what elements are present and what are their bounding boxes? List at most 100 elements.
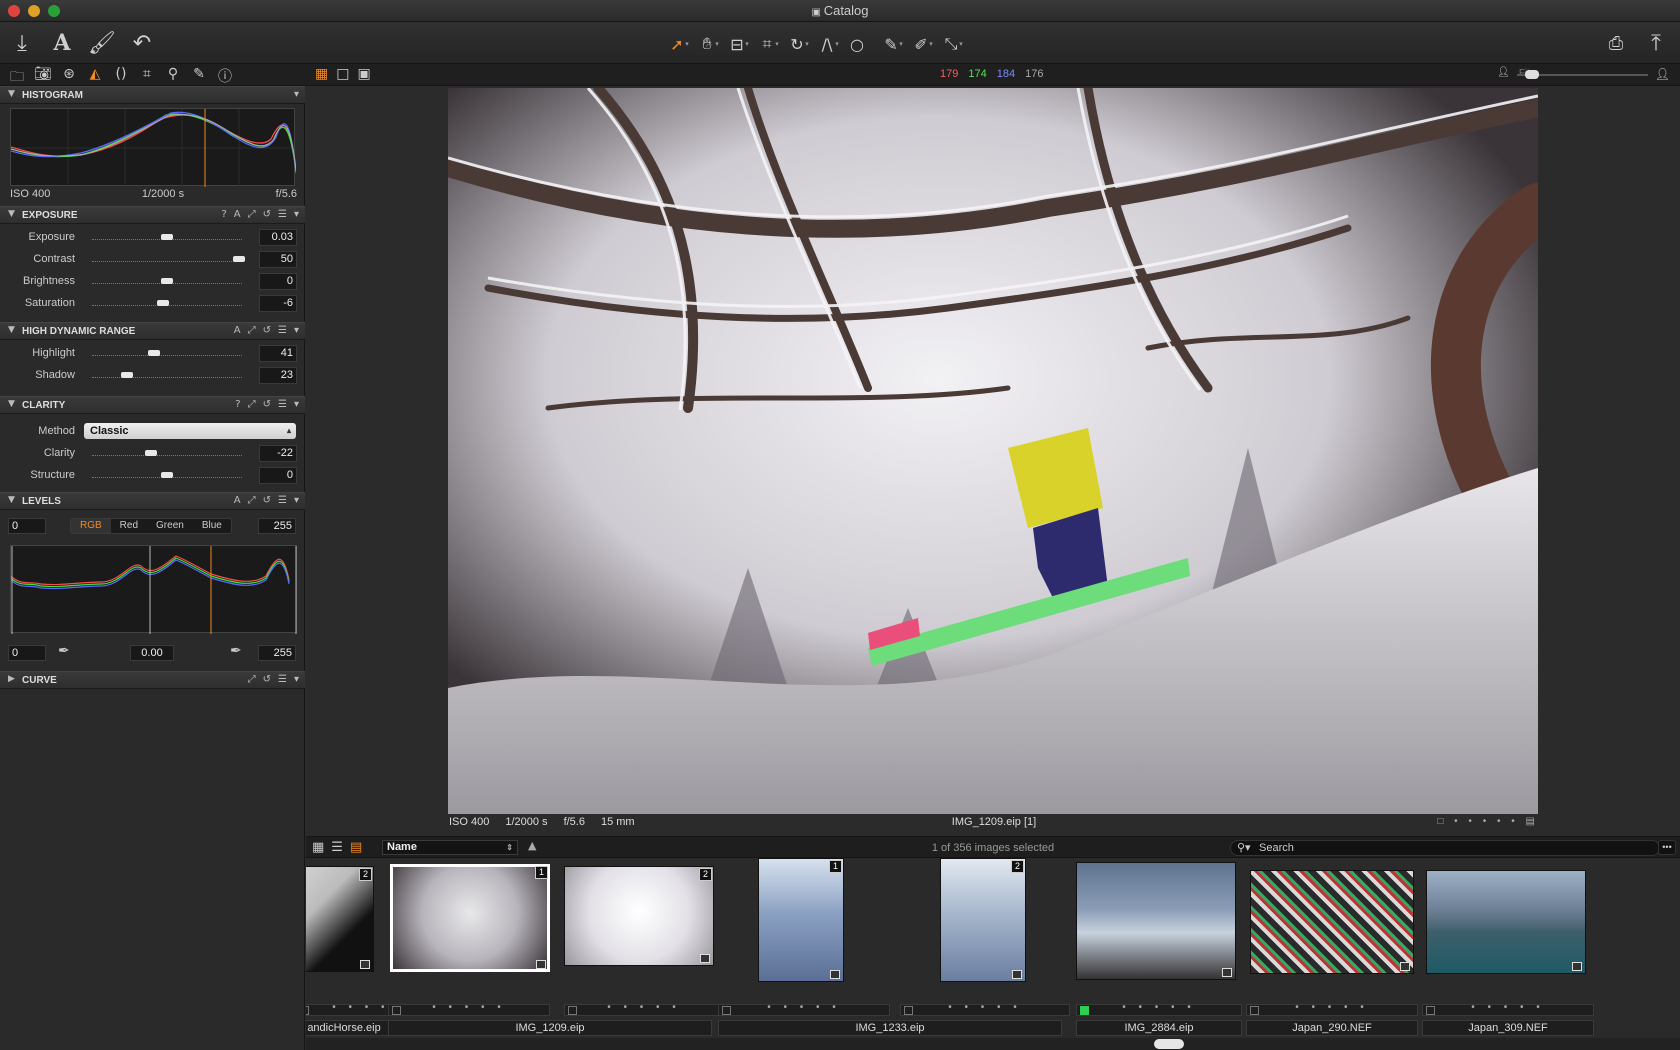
panel-menu-icon[interactable]: ▾ bbox=[294, 495, 299, 506]
copy-apply-icon[interactable]: ⤢ bbox=[248, 209, 256, 220]
thumbnail-1[interactable]: 1 • • • • • IMG_1209.eip bbox=[388, 858, 712, 1050]
histogram-header[interactable]: ▼ HISTOGRAM ▾ bbox=[0, 86, 305, 104]
more-options-button[interactable]: ••• bbox=[1658, 840, 1676, 855]
channel-rgb[interactable]: RGB bbox=[71, 519, 111, 533]
rating-bar[interactable]: • • • • • bbox=[718, 1002, 890, 1016]
levels-output-high[interactable]: 255 bbox=[258, 645, 296, 661]
star-rating[interactable]: • • • • • bbox=[719, 1002, 889, 1013]
help-icon[interactable]: ? bbox=[221, 209, 226, 220]
rating-bar[interactable]: • • • • • bbox=[388, 1002, 550, 1016]
copy-apply-icon[interactable]: ⤢ bbox=[248, 399, 256, 410]
thumbnail-5[interactable]: • • • • • IMG_2884.eip bbox=[1076, 858, 1246, 1050]
search-input[interactable]: ⚲▾ Search bbox=[1230, 840, 1660, 856]
exposure-value-field[interactable]: 0.03 bbox=[259, 229, 297, 246]
highlight-slider[interactable] bbox=[92, 355, 242, 356]
panel-menu-icon[interactable]: ▾ bbox=[294, 209, 299, 220]
spot-removal-icon[interactable]: ○ bbox=[840, 35, 874, 54]
curve-header[interactable]: ▶ CURVE ⤢ ↺ ☰ ▾ bbox=[0, 671, 305, 689]
levels-input-low[interactable]: 0 bbox=[8, 518, 46, 534]
filmstrip-scrollbar[interactable] bbox=[306, 1038, 1680, 1050]
thumbnail-image[interactable] bbox=[758, 858, 844, 982]
contrast-value-field[interactable]: 50 bbox=[259, 251, 297, 268]
primary-view-icon[interactable]: ▣ bbox=[357, 66, 370, 82]
reset-icon[interactable]: ↺ bbox=[263, 325, 271, 336]
thumbnail-image[interactable] bbox=[306, 866, 374, 972]
thumbnail-image[interactable] bbox=[390, 864, 550, 972]
slider-knob[interactable] bbox=[147, 350, 160, 356]
levels-output-low[interactable]: 0 bbox=[8, 645, 46, 661]
star-rating[interactable]: • • • • • bbox=[389, 1002, 549, 1013]
saturation-value-field[interactable]: -6 bbox=[259, 295, 297, 312]
channel-green[interactable]: Green bbox=[147, 519, 193, 533]
levels-histogram[interactable] bbox=[10, 545, 297, 634]
reset-icon[interactable]: ↺ bbox=[263, 674, 271, 685]
zoom-slider[interactable]: 👤︎ 👤︎ bbox=[1495, 67, 1670, 83]
undo-icon[interactable]: ↶ bbox=[128, 29, 156, 57]
slider-knob[interactable] bbox=[161, 234, 173, 240]
clarity-header[interactable]: ▼ CLARITY ? ⤢ ↺ ☰ ▾ bbox=[0, 396, 305, 414]
help-icon[interactable]: ? bbox=[235, 399, 240, 410]
rating-bar[interactable]: • • • • • bbox=[1246, 1002, 1418, 1016]
presets-icon[interactable]: ☰ bbox=[278, 399, 287, 410]
star-rating[interactable]: • • • • • bbox=[1077, 1002, 1241, 1013]
copy-apply-icon[interactable]: ⤢ bbox=[248, 325, 256, 336]
brightness-value-field[interactable]: 0 bbox=[259, 273, 297, 290]
reset-icon[interactable]: ↺ bbox=[263, 209, 271, 220]
thumbnail-6[interactable]: • • • • • Japan_290.NEF bbox=[1246, 858, 1422, 1050]
slider-knob[interactable] bbox=[144, 450, 157, 456]
scrollbar-knob[interactable] bbox=[1154, 1039, 1184, 1049]
zoom-knob[interactable] bbox=[1525, 70, 1539, 79]
star-rating[interactable]: • • • • • bbox=[1247, 1002, 1417, 1013]
brush-icon[interactable]: 🖌︎ bbox=[88, 29, 116, 57]
presets-icon[interactable]: ☰ bbox=[278, 674, 287, 685]
text-tool-icon[interactable]: A bbox=[48, 29, 76, 57]
thumbnail-2[interactable]: 2 • • • • • bbox=[564, 858, 728, 1050]
black-eyedropper-icon[interactable]: ✒ bbox=[58, 643, 70, 659]
slider-knob[interactable] bbox=[233, 256, 245, 262]
thumbnail-image[interactable] bbox=[1076, 862, 1236, 980]
panel-menu-icon[interactable]: ▾ bbox=[294, 674, 299, 685]
reset-icon[interactable]: ↺ bbox=[263, 495, 271, 506]
thumbnail-image[interactable] bbox=[940, 858, 1026, 982]
rating-bar[interactable]: • • • • • bbox=[1422, 1002, 1594, 1016]
clarity-value-field[interactable]: -22 bbox=[259, 445, 297, 462]
highlight-value-field[interactable]: 41 bbox=[259, 345, 297, 362]
shadow-slider[interactable] bbox=[92, 377, 242, 378]
thumbnail-3[interactable]: 1 • • • • • IMG_1233.eip bbox=[718, 858, 1062, 1050]
reset-icon[interactable]: ↺ bbox=[263, 399, 271, 410]
rating-bar[interactable]: • • • • • bbox=[900, 1002, 1070, 1016]
slider-knob[interactable] bbox=[161, 278, 173, 284]
contrast-slider[interactable] bbox=[92, 261, 242, 262]
copy-apply-icon[interactable]: ⤢ bbox=[248, 674, 256, 685]
shadow-value-field[interactable]: 23 bbox=[259, 367, 297, 384]
channel-red[interactable]: Red bbox=[111, 519, 147, 533]
rating-bar[interactable]: • • • • • bbox=[564, 1002, 724, 1016]
presets-icon[interactable]: ☰ bbox=[278, 495, 287, 506]
export-icon[interactable]: ⤒ bbox=[1642, 29, 1670, 57]
auto-adjust-icon[interactable]: A bbox=[234, 495, 241, 506]
levels-header[interactable]: ▼ LEVELS A ⤢ ↺ ☰ ▾ bbox=[0, 492, 305, 510]
thumbnail-image[interactable] bbox=[564, 866, 714, 966]
rating-bar[interactable]: • • • • • bbox=[1076, 1002, 1242, 1016]
structure-value-field[interactable]: 0 bbox=[259, 467, 297, 484]
slider-knob[interactable] bbox=[156, 300, 169, 306]
auto-adjust-icon[interactable]: A bbox=[234, 209, 241, 220]
presets-icon[interactable]: ☰ bbox=[278, 209, 287, 220]
slider-knob[interactable] bbox=[120, 372, 133, 378]
star-rating[interactable]: • • • • • bbox=[1423, 1002, 1593, 1013]
clarity-method-select[interactable]: Classic ▴▾ bbox=[84, 423, 296, 451]
thumbnail-7[interactable]: • • • • • Japan_309.NEF bbox=[1422, 858, 1598, 1050]
slider-knob[interactable] bbox=[161, 472, 173, 478]
print-icon[interactable]: ⎙ bbox=[1602, 29, 1630, 57]
multi-view-icon[interactable]: ▦ bbox=[315, 66, 328, 82]
levels-input-high[interactable]: 255 bbox=[258, 518, 296, 534]
thumbnail-4[interactable]: 2 • • • • • bbox=[900, 858, 1074, 1050]
channel-blue[interactable]: Blue bbox=[193, 519, 231, 533]
viewer-rating[interactable]: □ • • • • • ▤ bbox=[1437, 816, 1539, 827]
single-view-icon[interactable]: □ bbox=[336, 66, 349, 82]
main-photo[interactable] bbox=[448, 88, 1538, 814]
panel-menu-icon[interactable]: ▾ bbox=[294, 399, 299, 410]
thumbnail-image[interactable] bbox=[1250, 870, 1414, 974]
star-rating[interactable]: • • • • • bbox=[901, 1002, 1069, 1013]
auto-adjust-icon[interactable]: A bbox=[234, 325, 241, 336]
